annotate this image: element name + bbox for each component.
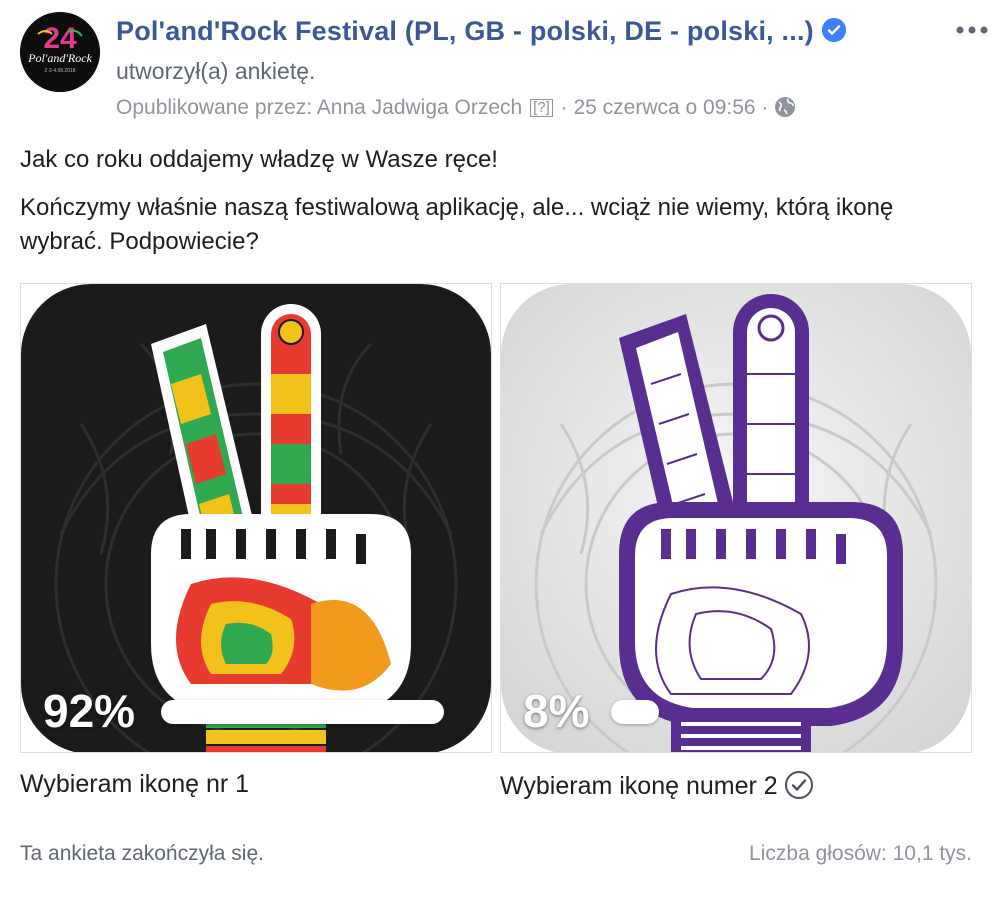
poll-option-1-text: Wybieram ikonę nr 1: [20, 770, 250, 798]
published-by-help-link[interactable]: [?]: [530, 99, 553, 117]
poll-option-2[interactable]: 8%: [500, 283, 972, 753]
globe-icon[interactable]: [774, 96, 796, 118]
poll-option-2-label[interactable]: Wybieram ikonę numer 2: [500, 770, 814, 801]
poll-option-1-result-bar: [161, 700, 444, 724]
poll-option-2-text: Wybieram ikonę numer 2: [500, 772, 778, 800]
app-icon-1-image: [21, 284, 491, 752]
verified-badge-icon: [821, 17, 846, 42]
festival-logo-icon: 24 Pol'and'Rock 2·3·4.08.2018: [20, 12, 100, 92]
post-header: 24 Pol'and'Rock 2·3·4.08.2018 Pol'and'Ro…: [20, 12, 990, 122]
page-avatar[interactable]: 24 Pol'and'Rock 2·3·4.08.2018: [20, 12, 100, 92]
poll-vote-count[interactable]: Liczba głosów: 10,1 tys.: [749, 842, 972, 866]
post-text-line: Jak co roku oddajemy władzę w Wasze ręce…: [20, 146, 498, 173]
app-icon-2-image: [501, 284, 971, 752]
poll-option-2-result-bar: [611, 700, 659, 724]
published-by-text: Opublikowane przez: Anna Jadwiga Orzech: [116, 96, 523, 119]
meta-separator: ·: [761, 96, 769, 119]
post-date-link[interactable]: 25 czerwca o 09:56: [573, 96, 755, 119]
poll-option-2-percent: 8%: [523, 685, 590, 737]
selected-check-icon: [784, 771, 813, 799]
post-text-line: Kończymy właśnie naszą festiwalową aplik…: [20, 194, 894, 255]
page-name-link[interactable]: Pol'and'Rock Festival (PL, GB - polski, …: [116, 16, 814, 46]
more-options-icon[interactable]: [954, 20, 990, 40]
post-meta: Opublikowane przez: Anna Jadwiga Orzech …: [116, 96, 796, 120]
logo-dates: 2·3·4.08.2018: [44, 68, 75, 74]
poll-option-1[interactable]: 92%: [20, 283, 492, 753]
poll-status: Ta ankieta zakończyła się.: [20, 842, 264, 865]
logo-wordmark: Pol'and'Rock: [27, 51, 92, 65]
poll-option-1-label[interactable]: Wybieram ikonę nr 1: [20, 770, 249, 799]
post-body: Jak co roku oddajemy władzę w Wasze ręce…: [20, 143, 980, 273]
page-name-row: Pol'and'Rock Festival (PL, GB - polski, …: [116, 16, 846, 47]
meta-separator: ·: [560, 96, 568, 119]
post-action-text: utworzył(a) ankietę.: [116, 58, 316, 84]
poll-option-1-percent: 92%: [43, 685, 136, 737]
